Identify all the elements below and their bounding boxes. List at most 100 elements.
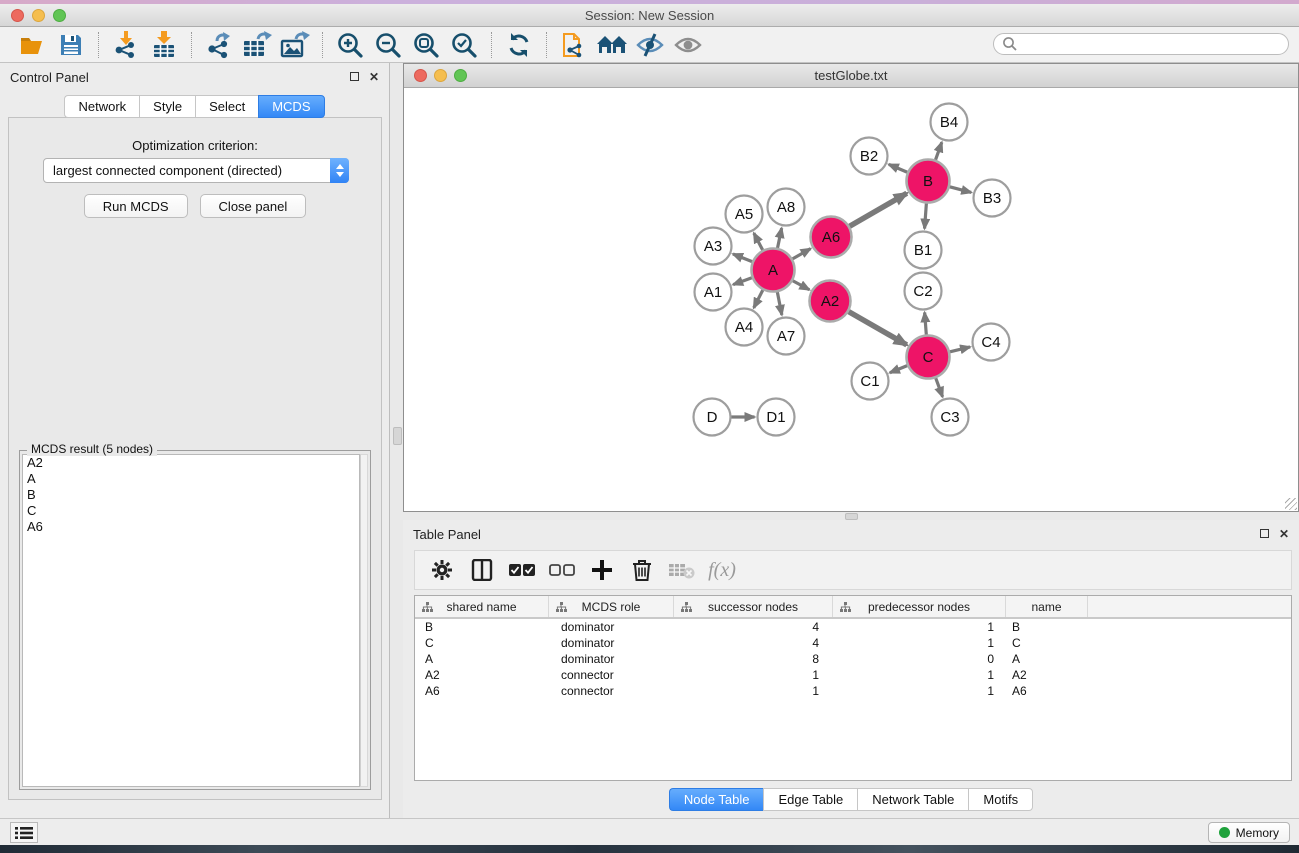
edge-A-A2[interactable]: [793, 281, 810, 290]
open-file-button[interactable]: [14, 30, 52, 60]
table-row[interactable]: Cdominator41C: [415, 635, 1291, 651]
cell-predecessor-nodes: 1: [833, 667, 1006, 683]
list-icon: [15, 826, 33, 840]
horizontal-splitter-handle[interactable]: [845, 513, 858, 520]
edge-A2-C[interactable]: [849, 312, 907, 345]
edge-A-A8[interactable]: [778, 228, 782, 248]
column-header-predecessor-nodes[interactable]: predecessor nodes: [833, 596, 1006, 617]
edge-A6-B[interactable]: [850, 193, 907, 226]
edge-A-A6[interactable]: [793, 249, 811, 259]
document-network-button[interactable]: [555, 30, 593, 60]
mcds-result-item[interactable]: A2: [23, 455, 359, 471]
cell-shared-name: A6: [415, 683, 549, 699]
cell-MCDS-role: connector: [549, 683, 674, 699]
export-network-icon: [205, 31, 233, 59]
delete-icon: [632, 559, 652, 581]
tab-node-table[interactable]: Node Table: [669, 788, 764, 811]
table-panel: Table Panel ✕ f(x) shared nameMCDS: [403, 520, 1299, 818]
close-panel-button[interactable]: Close panel: [200, 194, 307, 218]
tab-style[interactable]: Style: [139, 95, 195, 118]
zoom-fit-button[interactable]: [407, 30, 445, 60]
column-header-MCDS-role[interactable]: MCDS role: [549, 596, 674, 617]
settings-gear-button[interactable]: [425, 554, 459, 586]
tab-select[interactable]: Select: [195, 95, 258, 118]
search-field[interactable]: [993, 33, 1289, 55]
criterion-select[interactable]: largest connected component (directed): [43, 158, 349, 183]
edge-C-C3[interactable]: [936, 378, 943, 397]
tab-edge-table[interactable]: Edge Table: [763, 788, 857, 811]
edge-A-A3[interactable]: [733, 254, 752, 262]
float-table-panel-icon[interactable]: [1260, 528, 1269, 540]
column-layout-button[interactable]: [465, 554, 499, 586]
function-builder-button[interactable]: f(x): [705, 554, 739, 586]
zoom-in-button[interactable]: [331, 30, 369, 60]
column-header-name[interactable]: name: [1006, 596, 1088, 617]
panel-toggle-button[interactable]: [10, 822, 38, 843]
select-all-button[interactable]: [505, 554, 539, 586]
tab-mcds[interactable]: MCDS: [258, 95, 324, 118]
graph-node-label-B4: B4: [940, 114, 958, 131]
column-header-successor-nodes[interactable]: successor nodes: [674, 596, 833, 617]
network-canvas[interactable]: AA1A2A3A4A5A6A7A8BB1B2B3B4CC1C2C3C4DD1: [404, 88, 1298, 511]
float-panel-icon[interactable]: [350, 71, 359, 83]
eye-slash-button[interactable]: [631, 30, 669, 60]
edge-A-A4[interactable]: [754, 290, 763, 308]
table-row[interactable]: A6connector11A6: [415, 683, 1291, 699]
graph-node-label-A7: A7: [777, 328, 795, 345]
import-table-button[interactable]: [145, 30, 183, 60]
eye-button[interactable]: [669, 30, 707, 60]
export-image-button[interactable]: [276, 30, 314, 60]
mcds-list-scrollbar[interactable]: [360, 454, 368, 787]
deselect-all-icon: [549, 563, 575, 577]
vertical-splitter-handle[interactable]: [393, 427, 402, 445]
double-house-button[interactable]: [593, 30, 631, 60]
refresh-button[interactable]: [500, 30, 538, 60]
add-column-button[interactable]: [585, 554, 619, 586]
export-table-button[interactable]: [238, 30, 276, 60]
table-row[interactable]: A2connector11A2: [415, 667, 1291, 683]
deselect-all-button[interactable]: [545, 554, 579, 586]
tab-network[interactable]: Network: [64, 95, 139, 118]
graph-node-label-D: D: [707, 409, 718, 426]
close-table-panel-icon[interactable]: ✕: [1279, 528, 1289, 540]
mcds-result-item[interactable]: A: [23, 471, 359, 487]
search-input[interactable]: [1018, 35, 1288, 53]
zoom-out-button[interactable]: [369, 30, 407, 60]
column-header-shared-name[interactable]: shared name: [415, 596, 549, 617]
edge-B-B1[interactable]: [925, 203, 927, 228]
export-network-button[interactable]: [200, 30, 238, 60]
zoom-selected-button[interactable]: [445, 30, 483, 60]
tab-motifs[interactable]: Motifs: [968, 788, 1033, 811]
cell-MCDS-role: dominator: [549, 619, 674, 635]
mcds-result-item[interactable]: A6: [23, 519, 359, 535]
cell-name: A2: [1006, 667, 1088, 683]
delete-button[interactable]: [625, 554, 659, 586]
edge-B-B3[interactable]: [950, 187, 971, 193]
edge-C-C2[interactable]: [925, 312, 927, 334]
save-session-button[interactable]: [52, 30, 90, 60]
tab-network-table[interactable]: Network Table: [857, 788, 968, 811]
window-resize-grip[interactable]: [1285, 498, 1297, 510]
mcds-result-item[interactable]: C: [23, 503, 359, 519]
cell-MCDS-role: connector: [549, 667, 674, 683]
control-panel-tabs: NetworkStyleSelectMCDS: [0, 95, 389, 118]
edge-A-A1[interactable]: [733, 278, 752, 285]
graph-node-label-A4: A4: [735, 319, 753, 336]
edge-B-B4[interactable]: [936, 142, 942, 160]
table-row[interactable]: Adominator80A: [415, 651, 1291, 667]
mcds-result-item[interactable]: B: [23, 487, 359, 503]
edge-C-C1[interactable]: [890, 366, 907, 373]
edge-B-B2[interactable]: [889, 164, 907, 172]
table-row[interactable]: Bdominator41B: [415, 619, 1291, 635]
settings-gear-icon: [431, 559, 453, 581]
run-mcds-button[interactable]: Run MCDS: [84, 194, 188, 218]
import-network-button[interactable]: [107, 30, 145, 60]
memory-button[interactable]: Memory: [1208, 822, 1290, 843]
edge-A-A7[interactable]: [777, 292, 781, 315]
delete-table-button[interactable]: [665, 554, 699, 586]
edge-A-A5[interactable]: [754, 233, 763, 250]
close-panel-icon[interactable]: ✕: [369, 71, 379, 83]
zoom-selected-icon: [450, 31, 478, 59]
cell-predecessor-nodes: 1: [833, 635, 1006, 651]
edge-C-C4[interactable]: [950, 347, 970, 352]
